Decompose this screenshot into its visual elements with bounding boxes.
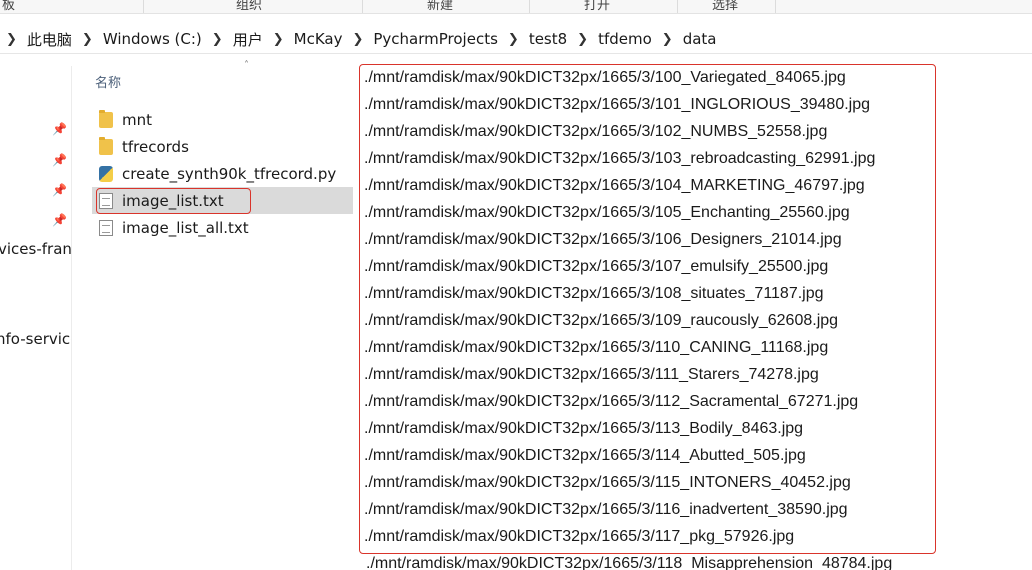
list-item[interactable]: mnt <box>92 106 353 133</box>
breadcrumb-test8[interactable]: test8 <box>529 30 567 48</box>
navigation-pane[interactable]: 📌 📌 📌 📌 vices-fran nfo-service <box>0 66 72 570</box>
ribbon-fragment: 板 <box>2 0 16 13</box>
ribbon-groups: 板 组织 新建 打开 选择 <box>0 0 1032 14</box>
ribbon-divider <box>677 0 678 13</box>
pin-icon[interactable]: 📌 <box>52 213 67 227</box>
ribbon-group-new[interactable]: 新建 <box>427 0 453 13</box>
selected-file-highlight <box>96 188 251 214</box>
chevron-right-icon[interactable]: ❯ <box>82 32 93 47</box>
chevron-right-icon[interactable]: ❯ <box>508 32 519 47</box>
text-file-icon <box>99 219 113 236</box>
file-content-line: ./mnt/ramdisk/max/90kDICT32px/1665/3/110… <box>364 339 829 356</box>
chevron-right-icon[interactable]: ❯ <box>273 32 284 47</box>
chevron-right-icon[interactable]: ❯ <box>6 32 17 47</box>
list-item[interactable]: create_synth90k_tfrecord.py <box>92 160 353 187</box>
folder-icon <box>99 109 113 128</box>
file-content-line: ./mnt/ramdisk/max/90kDICT32px/1665/3/116… <box>364 501 848 518</box>
breadcrumb-windows-c[interactable]: Windows (C:) <box>103 30 202 48</box>
ribbon-divider <box>362 0 363 13</box>
ribbon-divider <box>143 0 144 13</box>
chevron-right-icon[interactable]: ❯ <box>577 32 588 47</box>
breadcrumb: ❯ 此电脑 ❯ Windows (C:) ❯ 用户 ❯ McKay ❯ Pych… <box>0 24 716 54</box>
ribbon-group-select[interactable]: 选择 <box>712 0 738 13</box>
chevron-right-icon[interactable]: ❯ <box>662 32 673 47</box>
folder-icon <box>99 136 113 155</box>
ribbon-divider <box>529 0 530 13</box>
breadcrumb-data[interactable]: data <box>683 30 717 48</box>
nav-item-info-services[interactable]: nfo-service <box>0 330 71 348</box>
file-content-line: ./mnt/ramdisk/max/90kDICT32px/1665/3/100… <box>364 69 846 86</box>
list-item[interactable]: tfrecords <box>92 133 353 160</box>
file-content-line: ./mnt/ramdisk/max/90kDICT32px/1665/3/103… <box>364 150 876 167</box>
file-content-line: ./mnt/ramdisk/max/90kDICT32px/1665/3/109… <box>364 312 839 329</box>
address-bar[interactable]: ❯ 此电脑 ❯ Windows (C:) ❯ 用户 ❯ McKay ❯ Pych… <box>0 24 1032 54</box>
sort-ascending-icon: ˄ <box>244 60 249 71</box>
file-content-line: ./mnt/ramdisk/max/90kDICT32px/1665/3/112… <box>364 393 859 410</box>
breadcrumb-mckay[interactable]: McKay <box>294 30 343 48</box>
file-content-line: ./mnt/ramdisk/max/90kDICT32px/1665/3/101… <box>364 96 871 113</box>
pin-icon[interactable]: 📌 <box>52 122 67 136</box>
python-file-icon <box>99 165 113 182</box>
file-content-line: ./mnt/ramdisk/max/90kDICT32px/1665/3/108… <box>364 285 824 302</box>
file-content-line: ./mnt/ramdisk/max/90kDICT32px/1665/3/117… <box>364 528 795 545</box>
file-name: create_synth90k_tfrecord.py <box>122 164 337 183</box>
pin-icon[interactable]: 📌 <box>52 183 67 197</box>
file-content-line-overflow: ./mnt/ramdisk/max/90kDICT32px/1665/3/118… <box>366 555 893 570</box>
file-content-line: ./mnt/ramdisk/max/90kDICT32px/1665/3/115… <box>364 474 851 491</box>
file-content-line: ./mnt/ramdisk/max/90kDICT32px/1665/3/113… <box>364 420 804 437</box>
file-content-line: ./mnt/ramdisk/max/90kDICT32px/1665/3/107… <box>364 258 829 275</box>
ribbon-divider <box>775 0 776 13</box>
breadcrumb-users[interactable]: 用户 <box>233 29 263 50</box>
nav-item-services-frameworks[interactable]: vices-fran <box>0 240 71 258</box>
ribbon-group-organize[interactable]: 组织 <box>236 0 262 13</box>
breadcrumb-pycharmprojects[interactable]: PycharmProjects <box>373 30 498 48</box>
breadcrumb-this-pc[interactable]: 此电脑 <box>27 29 72 50</box>
ribbon-group-open[interactable]: 打开 <box>584 0 610 13</box>
list-item[interactable]: image_list_all.txt <box>92 214 353 241</box>
file-content-line: ./mnt/ramdisk/max/90kDICT32px/1665/3/102… <box>364 123 828 140</box>
file-name: mnt <box>122 110 152 129</box>
column-header-name[interactable]: 名称 <box>95 72 121 91</box>
chevron-right-icon[interactable]: ❯ <box>212 32 223 47</box>
file-name: tfrecords <box>122 137 189 156</box>
pin-icon[interactable]: 📌 <box>52 153 67 167</box>
breadcrumb-tfdemo[interactable]: tfdemo <box>598 30 652 48</box>
chevron-right-icon[interactable]: ❯ <box>352 32 363 47</box>
file-content-line: ./mnt/ramdisk/max/90kDICT32px/1665/3/114… <box>364 447 806 464</box>
file-content-line: ./mnt/ramdisk/max/90kDICT32px/1665/3/104… <box>364 177 865 194</box>
file-name: image_list_all.txt <box>122 218 249 237</box>
file-content-line: ./mnt/ramdisk/max/90kDICT32px/1665/3/106… <box>364 231 842 248</box>
file-content-line: ./mnt/ramdisk/max/90kDICT32px/1665/3/111… <box>364 366 819 383</box>
file-content-line: ./mnt/ramdisk/max/90kDICT32px/1665/3/105… <box>364 204 850 221</box>
